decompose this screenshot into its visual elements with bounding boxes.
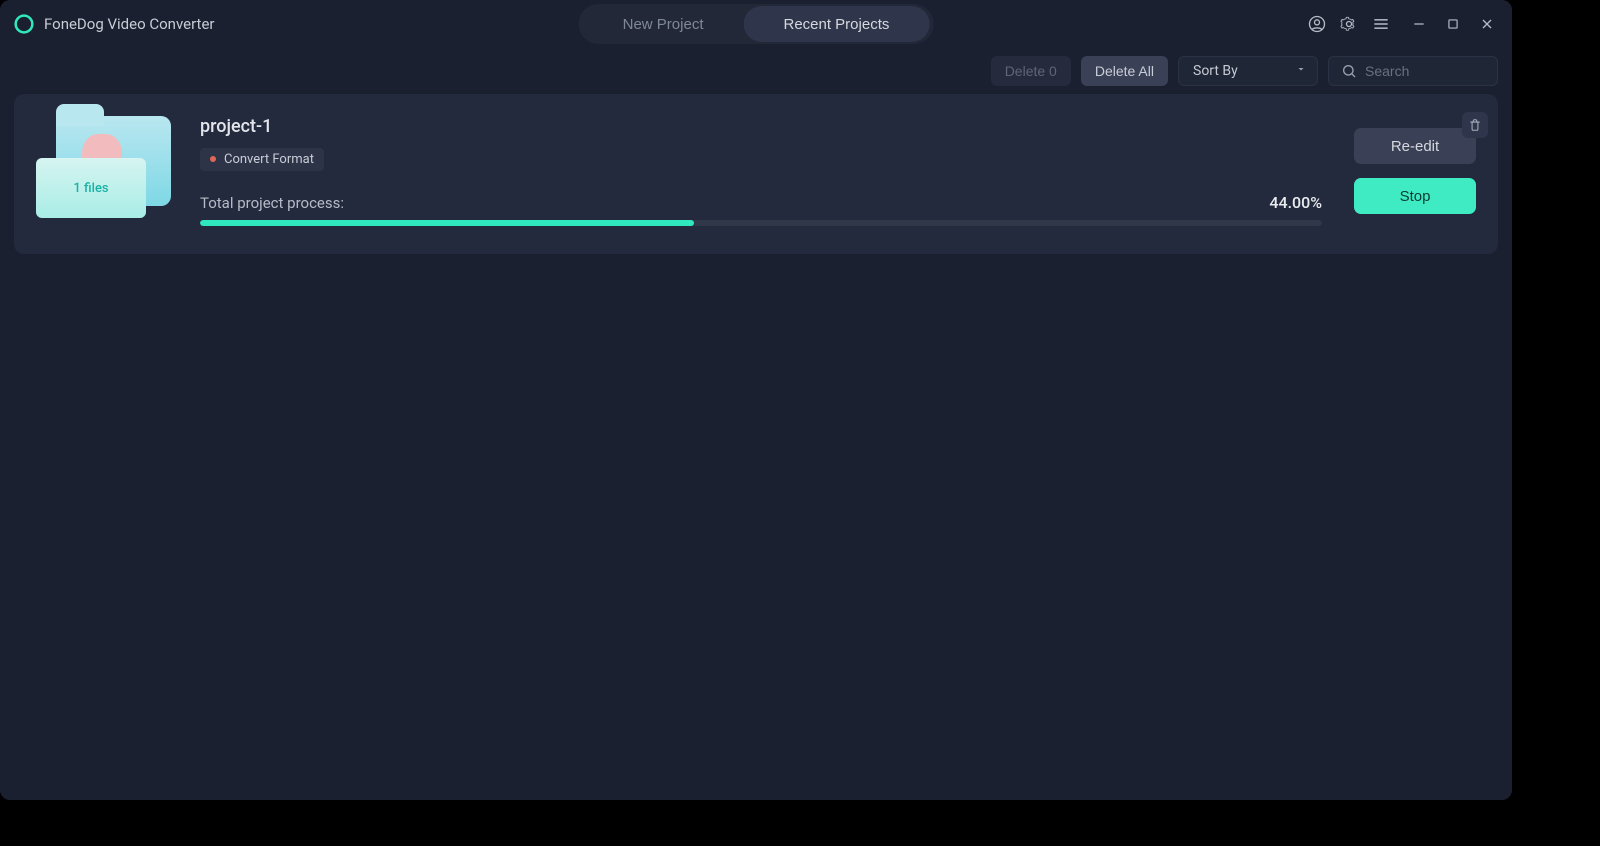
reedit-button[interactable]: Re-edit (1354, 128, 1476, 164)
project-actions: Re-edit Stop (1346, 116, 1476, 226)
progress-bar (200, 220, 1322, 226)
app-logo-icon (14, 14, 34, 34)
delete-project-button[interactable] (1462, 112, 1488, 138)
status-dot-icon (210, 156, 216, 162)
titlebar-right-cluster (1306, 13, 1512, 35)
titlebar: FoneDog Video Converter New Project Rece… (0, 0, 1512, 48)
projects-toolbar: Delete 0 Delete All Sort By (0, 50, 1512, 92)
stop-button[interactable]: Stop (1354, 178, 1476, 214)
project-title: project-1 (200, 116, 1322, 137)
project-card: 1 files project-1 Convert Format Total p… (14, 94, 1498, 254)
search-input[interactable] (1365, 63, 1485, 79)
chevron-down-icon (1295, 63, 1307, 79)
settings-icon[interactable] (1338, 13, 1360, 35)
project-type-label: Convert Format (224, 152, 314, 167)
delete-selected-button[interactable]: Delete 0 (991, 56, 1071, 86)
project-thumbnail: 1 files (36, 116, 176, 226)
window-controls (1408, 13, 1498, 35)
sort-by-label: Sort By (1193, 63, 1238, 79)
hamburger-menu-icon[interactable] (1370, 13, 1392, 35)
minimize-button[interactable] (1408, 13, 1430, 35)
delete-all-button[interactable]: Delete All (1081, 56, 1168, 86)
project-type-tag: Convert Format (200, 148, 324, 171)
project-file-count: 1 files (36, 158, 146, 218)
maximize-button[interactable] (1442, 13, 1464, 35)
app-title: FoneDog Video Converter (44, 15, 214, 33)
progress-bar-fill (200, 220, 694, 226)
close-button[interactable] (1476, 13, 1498, 35)
search-icon (1341, 63, 1357, 79)
sort-by-dropdown[interactable]: Sort By (1178, 56, 1318, 86)
account-icon[interactable] (1306, 13, 1328, 35)
tab-recent-projects[interactable]: Recent Projects (743, 6, 929, 42)
trash-icon (1468, 118, 1482, 132)
progress-label: Total project process: (200, 194, 344, 212)
tab-new-project[interactable]: New Project (583, 6, 744, 42)
app-brand: FoneDog Video Converter (0, 14, 214, 34)
progress-percent: 44.00% (1269, 193, 1322, 212)
project-tab-switch: New Project Recent Projects (579, 4, 934, 44)
search-box[interactable] (1328, 56, 1498, 86)
